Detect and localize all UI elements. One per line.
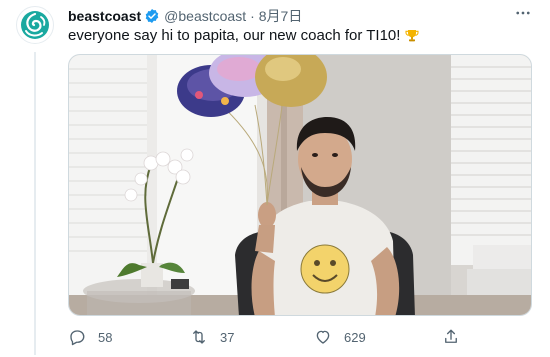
tweet-header: beastcoast @beastcoast · 8月7日 bbox=[68, 7, 302, 25]
more-options-button[interactable] bbox=[510, 3, 536, 23]
retweet-button[interactable]: 37 bbox=[190, 326, 234, 348]
avatar[interactable] bbox=[16, 6, 54, 44]
like-count: 629 bbox=[344, 329, 366, 345]
more-options-icon bbox=[516, 11, 530, 15]
photo-scene bbox=[69, 55, 531, 315]
retweet-icon bbox=[190, 328, 208, 346]
tweet-actions: 58 37 629 bbox=[68, 326, 488, 348]
author-handle[interactable]: @beastcoast bbox=[164, 8, 246, 24]
tweet-date[interactable]: 8月7日 bbox=[259, 6, 303, 26]
share-icon bbox=[442, 328, 460, 346]
trophy-icon bbox=[404, 28, 420, 44]
tweet-text: everyone say hi to papita, our new coach… bbox=[68, 27, 401, 44]
heart-icon bbox=[314, 328, 332, 346]
share-button[interactable] bbox=[442, 326, 460, 348]
thread-line bbox=[34, 52, 36, 355]
beastcoast-logo-icon bbox=[21, 11, 49, 39]
reply-button[interactable]: 58 bbox=[68, 326, 112, 348]
author-name[interactable]: beastcoast bbox=[68, 8, 141, 24]
like-button[interactable]: 629 bbox=[314, 326, 366, 348]
reply-icon bbox=[68, 328, 86, 346]
reply-count: 58 bbox=[98, 329, 113, 345]
retweet-count: 37 bbox=[220, 329, 235, 345]
verified-badge-icon bbox=[144, 8, 160, 24]
tweet-text-container: everyone say hi to papita, our new coach… bbox=[68, 26, 420, 46]
tweet-photo[interactable] bbox=[68, 54, 532, 316]
separator-dot: · bbox=[250, 8, 255, 24]
tweet[interactable]: beastcoast @beastcoast · 8月7日 everyone s… bbox=[0, 0, 550, 357]
